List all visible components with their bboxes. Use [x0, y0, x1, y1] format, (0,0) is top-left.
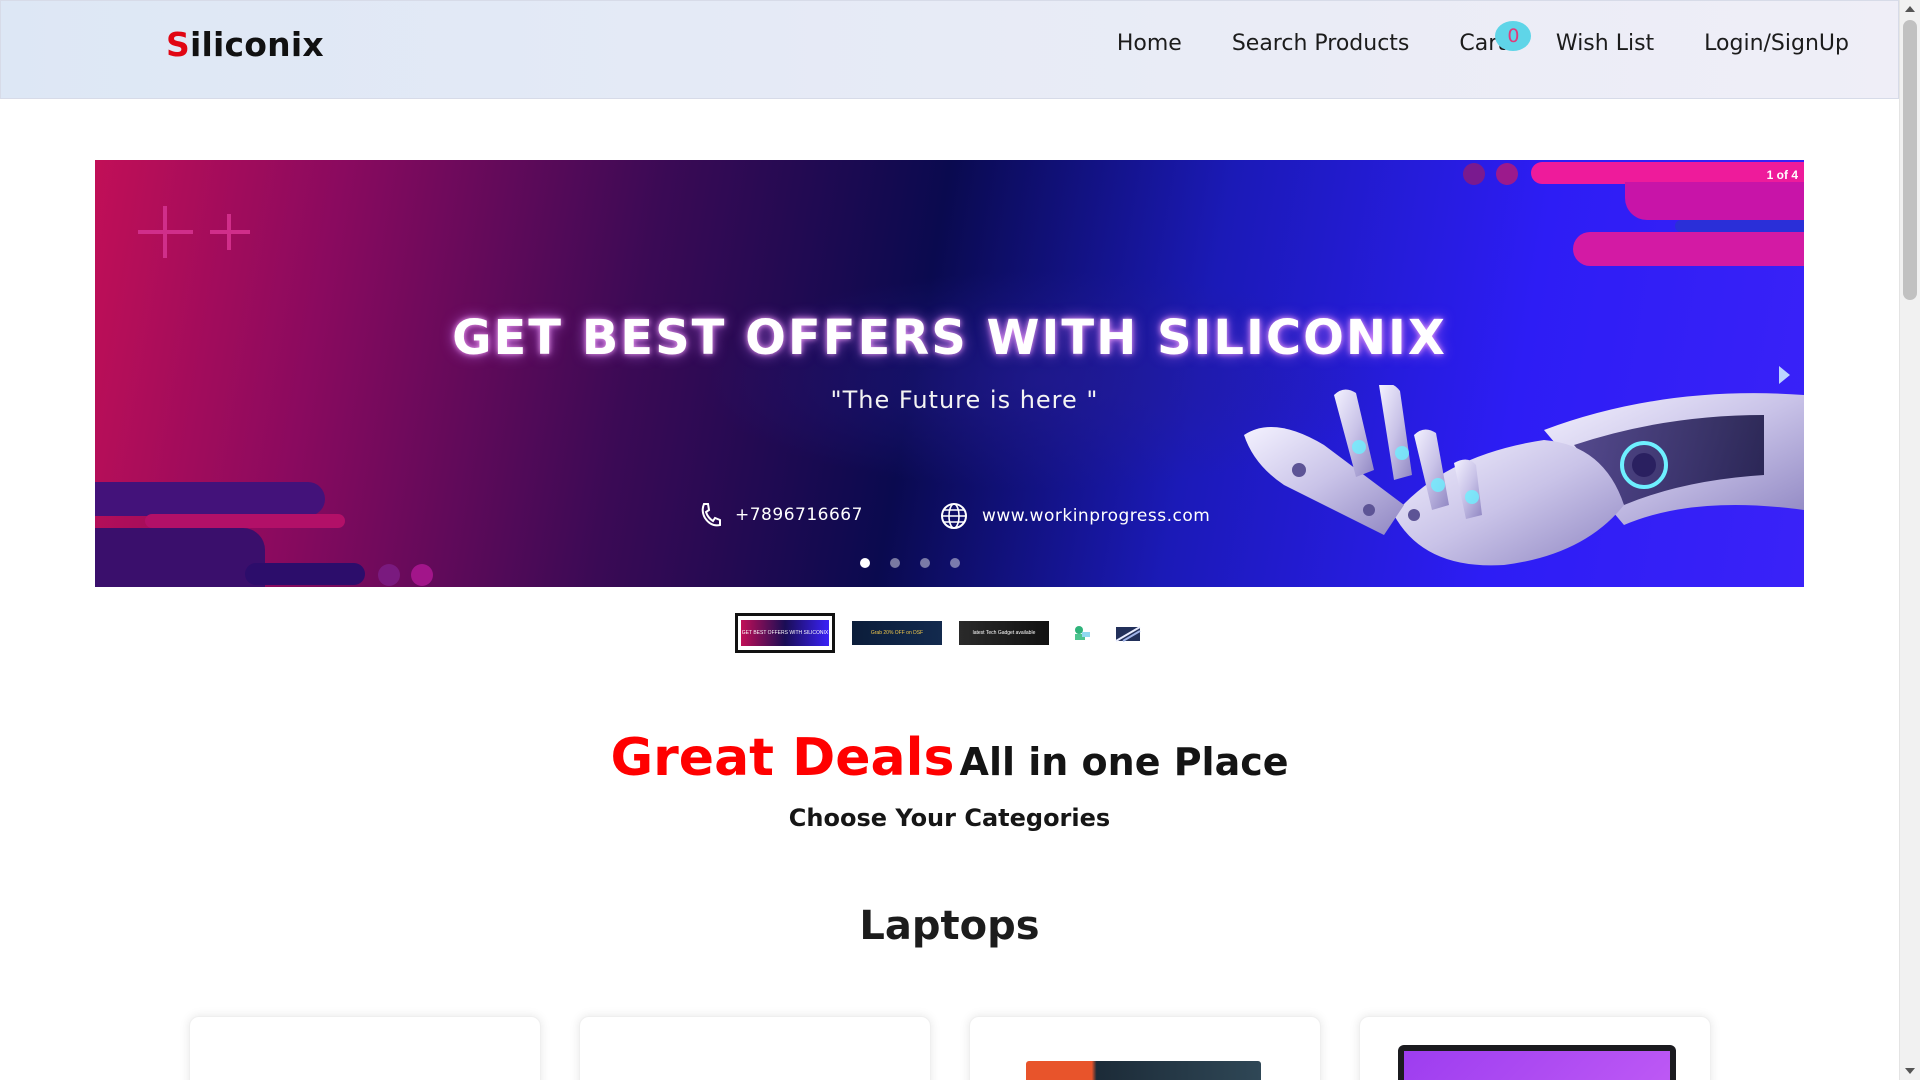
plus-decoration	[163, 206, 167, 258]
banner-shape	[1625, 182, 1804, 220]
brand-logo[interactable]: Siliconix	[166, 25, 324, 64]
thumbnail-image: Grab 20% OFF on DSF	[852, 621, 942, 645]
slide-indicators	[95, 558, 1804, 568]
product-card[interactable]	[1359, 1016, 1711, 1080]
thumbnail-caption: Grab 20% OFF on DSF	[870, 630, 924, 636]
nav-search-products-link[interactable]: Search Products	[1232, 31, 1410, 56]
slide-counter: 1 of 4	[1766, 168, 1798, 182]
deals-highlight: Great Deals	[610, 728, 955, 788]
cart-count-badge: 0	[1495, 21, 1532, 51]
nav-cart-link[interactable]: Cart 0	[1459, 21, 1532, 56]
nav-links: Home Search Products Cart 0 Wish List Log…	[1067, 21, 1849, 56]
banner-shape	[145, 514, 345, 528]
dot-decoration	[1496, 163, 1518, 185]
slide-indicator[interactable]	[919, 558, 930, 568]
dot-decoration	[1463, 163, 1485, 185]
scroll-down-arrow[interactable]	[1905, 1068, 1915, 1074]
banner-phone: +7896716667	[699, 502, 863, 528]
phone-icon	[701, 503, 721, 527]
banner-shape	[1675, 220, 1804, 232]
navbar: Siliconix Home Search Products Cart 0 Wis…	[0, 0, 1899, 99]
product-image	[1398, 1045, 1676, 1080]
plus-decoration	[227, 214, 231, 250]
thumbnail-4[interactable]	[1066, 622, 1096, 644]
carousel-thumbnails: GET BEST OFFERS WITH SILICONIX Grab 20% …	[735, 613, 1160, 653]
banner-website: www.workinprogress.com	[940, 502, 1210, 530]
categories-subtitle: Choose Your Categories	[788, 804, 1111, 832]
robot-hand-illustration	[1244, 385, 1804, 566]
scroll-thumb[interactable]	[1903, 20, 1917, 300]
thumbnail-image: latest Tech Gadget available	[959, 621, 1049, 645]
nav-wishlist-link[interactable]: Wish List	[1556, 31, 1654, 56]
nav-login-signup-link[interactable]: Login/SignUp	[1704, 31, 1849, 56]
product-card[interactable]	[189, 1016, 541, 1080]
thumbnail-image: GET BEST OFFERS WITH SILICONIX	[741, 620, 829, 646]
brand-name: iliconix	[189, 25, 324, 64]
thumbnail-caption: latest Tech Gadget available	[972, 630, 1036, 636]
thumbnail-caption: GET BEST OFFERS WITH SILICONIX	[741, 630, 829, 636]
scroll-up-arrow[interactable]	[1905, 6, 1915, 12]
deals-heading: Great Deals All in one Place	[0, 728, 1899, 788]
slide-indicator[interactable]	[859, 558, 870, 568]
product-image	[1026, 1061, 1261, 1080]
thumbnail-image	[1075, 626, 1090, 640]
next-slide-arrow[interactable]	[1779, 366, 1790, 384]
deals-rest: All in one Place	[959, 740, 1289, 784]
globe-icon	[941, 503, 967, 529]
page-scrollbar[interactable]	[1899, 0, 1920, 1080]
banner-title: GET BEST OFFERS WITH SILICONIX	[452, 310, 1447, 366]
slide-indicator[interactable]	[889, 558, 900, 568]
laptops-section-title: Laptops	[859, 903, 1040, 949]
thumbnail-5[interactable]	[1113, 622, 1143, 644]
website-url: www.workinprogress.com	[982, 506, 1211, 526]
thumbnail-image	[1115, 626, 1141, 642]
hero-carousel[interactable]: 1 of 4 GET BEST OFFERS WITH SILICONIX "T…	[95, 160, 1804, 587]
nav-home-link[interactable]: Home	[1117, 31, 1182, 56]
banner-shape	[1573, 232, 1804, 266]
banner-shape	[95, 482, 325, 516]
slide-indicator[interactable]	[949, 558, 960, 568]
brand-initial: S	[166, 25, 190, 64]
phone-number: +7896716667	[735, 505, 863, 525]
banner-shape	[1531, 162, 1804, 184]
thumbnail-1[interactable]: GET BEST OFFERS WITH SILICONIX	[735, 613, 835, 653]
product-card[interactable]	[969, 1016, 1321, 1080]
product-card[interactable]	[579, 1016, 931, 1080]
laptop-screen	[1404, 1051, 1670, 1080]
thumbnail-2[interactable]: Grab 20% OFF on DSF	[852, 621, 942, 645]
thumbnail-3[interactable]: latest Tech Gadget available	[959, 621, 1049, 645]
